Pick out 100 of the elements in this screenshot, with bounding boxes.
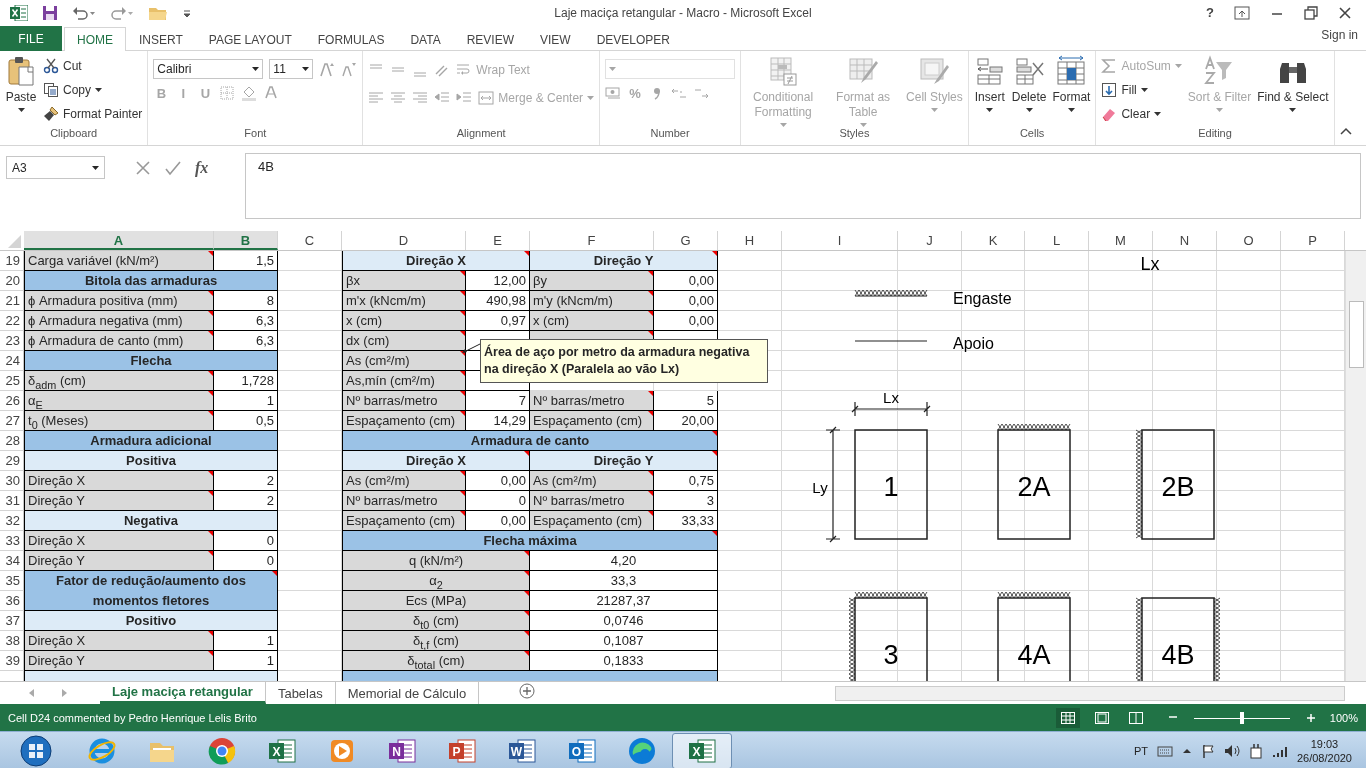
column-header[interactable]: F [530,231,654,250]
column-header[interactable]: K [962,231,1025,250]
insert-function-button[interactable]: fx [195,158,209,177]
ribbon-button[interactable]: Fill [1101,79,1182,101]
table-cell: 0,00 [654,311,718,331]
table-cell: Espaçamento (cm) [530,411,654,431]
ribbon-tab[interactable]: DEVELOPER [583,27,683,51]
sign-in-link[interactable]: Sign in [1321,28,1358,42]
table-cell: 0,1087 [530,631,718,651]
ribbon-button[interactable]: Delete [1011,55,1047,112]
column-header[interactable]: N [1153,231,1217,250]
table-cell: 2 [214,471,278,491]
language-indicator[interactable]: PT [1133,745,1148,757]
taskbar-app[interactable]: N [372,733,432,768]
ribbon-button[interactable]: Insert [973,55,1006,112]
table-cell: Espaçamento (cm) [530,511,654,531]
table-cell: 2 [214,491,278,511]
table-cell: Espaçamento (cm) [342,511,466,531]
table-cell: δ$_{t0}$ (cm) [342,611,530,631]
table-cell: x (cm) [530,311,654,331]
section-header: Flecha [24,351,278,371]
group-label: Styles [838,127,871,141]
section-header: Negativa [24,511,278,531]
taskbar-app[interactable]: P [432,733,492,768]
column-header[interactable]: G [654,231,718,250]
slab-label: 2B [1161,472,1195,502]
table-cell: 0,1833 [530,651,718,671]
zoom-level[interactable]: 100% [1329,711,1358,724]
ribbon-tab[interactable]: FILE [0,26,62,51]
ribbon-tab[interactable]: VIEW [527,27,584,51]
clock-date[interactable]: 26/08/2020 [1296,751,1352,765]
table-cell: ϕ Armadura negativa (mm) [24,311,214,331]
section-header: Positivo [24,611,278,631]
table-cell: 5 [654,391,718,411]
table-cell: Ecs (MPa) [342,591,530,611]
table-cell: 4,20 [530,551,718,571]
table-cell: βy [530,271,654,291]
taskbar-app[interactable]: W [492,733,552,768]
table-cell: 33,3 [530,571,718,591]
table-cell: x (cm) [342,311,466,331]
column-header[interactable]: I [782,231,898,250]
dropdown-field[interactable]: 11 [269,59,314,79]
column-header[interactable]: L [1025,231,1089,250]
ribbon-button[interactable]: Cut [43,55,143,77]
table-cell: dx (cm) [342,331,466,351]
name-box[interactable]: A3 [6,156,105,179]
ribbon-button[interactable]: Format [1052,55,1091,112]
table-cell: 12,00 [466,271,530,291]
clock-time[interactable]: 19:03 [1296,737,1352,751]
section-header: Direção Y [530,451,718,471]
ribbon-button[interactable]: Format Painter [43,103,143,125]
column-header[interactable]: E [466,231,530,250]
table-cell: Direção Y [24,651,214,671]
section-header: Direção X [342,251,530,271]
help-button[interactable]: ? [1206,5,1214,20]
ribbon-button[interactable]: Copy [43,79,143,101]
table-cell: α$_{2}$ [342,571,530,591]
table-cell: 0 [466,491,530,511]
table-cell: 14,29 [466,411,530,431]
dimension-label: Lx [883,389,899,406]
table-cell: βx [342,271,466,291]
column-header[interactable]: O [1217,231,1281,250]
table-cell: Direção Y [24,551,214,571]
ribbon-tab[interactable]: DATA [397,27,454,51]
table-cell: 0 [214,551,278,571]
column-header[interactable]: J [898,231,962,250]
taskbar-app[interactable]: X [252,733,312,768]
ribbon-tab[interactable]: INSERT [126,27,196,51]
sheet-tab[interactable]: Laje maciça retangular [100,682,266,704]
column-header[interactable]: P [1281,231,1345,250]
column-header[interactable]: D [342,231,466,250]
dropdown-field[interactable]: Calibri [153,59,264,79]
column-header[interactable]: C [278,231,342,250]
table-cell: 0,00 [466,511,530,531]
group-label: Cells [1018,127,1046,141]
table-cell: 1,728 [214,371,278,391]
table-cell: 1 [214,651,278,671]
ribbon-tab[interactable]: FORMULAS [304,27,398,51]
table-cell: 20,00 [654,411,718,431]
taskbar-app[interactable]: O [552,733,612,768]
section-header: Fator de redução/aumento dos momentos fletores [24,571,278,611]
formula-field[interactable]: 4B [245,153,1361,219]
ribbon-tab[interactable]: PAGE LAYOUT [195,27,305,51]
ribbon-button[interactable]: Find & Select [1257,55,1329,112]
taskbar-app[interactable]: X [672,733,732,768]
table-cell: 0,75 [654,471,718,491]
ribbon-button[interactable]: Paste [5,55,37,112]
ribbon-tab[interactable]: REVIEW [453,27,527,51]
table-cell: Nº barras/metro [530,391,654,411]
ribbon-button[interactable]: Clear [1101,103,1182,125]
column-header[interactable]: B [214,231,278,250]
column-header[interactable]: M [1089,231,1153,250]
section-header: Direção Y [530,251,718,271]
column-header[interactable]: A [24,231,214,250]
table-cell: Espaçamento (cm) [342,411,466,431]
legend-label: Engaste [953,290,1012,307]
table-cell: 0 [214,531,278,551]
ribbon-tab[interactable]: HOME [64,27,126,51]
column-header[interactable]: H [718,231,782,250]
section-header: Armadura de canto [342,431,718,451]
